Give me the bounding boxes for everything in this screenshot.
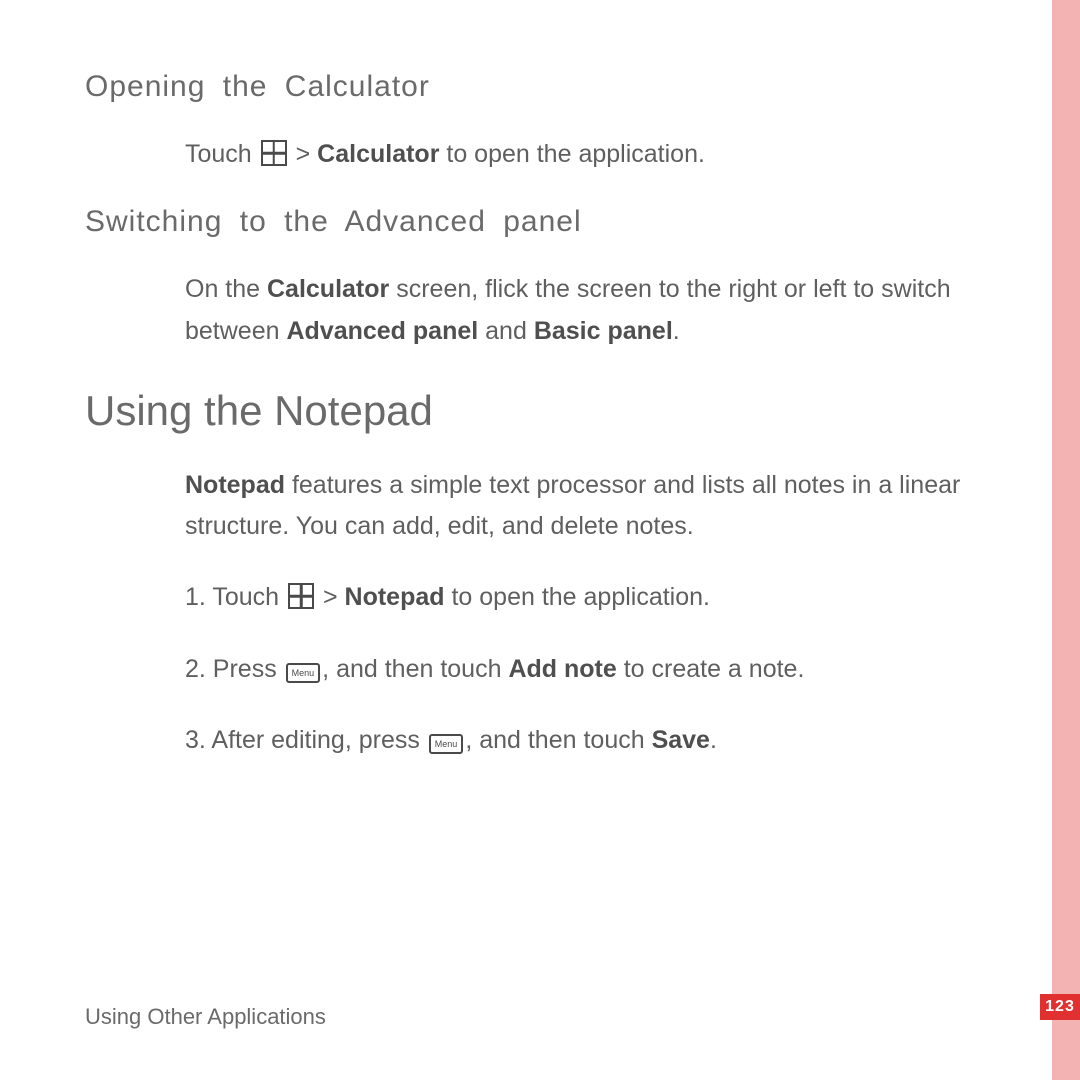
- bold-calculator: Calculator: [267, 275, 389, 303]
- bold-notepad: Notepad: [185, 471, 285, 499]
- notepad-step-3: 3. After editing, press Menu, and then t…: [85, 720, 1005, 761]
- text: >: [316, 583, 345, 611]
- side-strip: [1052, 0, 1080, 1080]
- text: to open the application.: [445, 583, 710, 611]
- bold-basic-panel: Basic panel: [534, 317, 673, 345]
- text: 3. After editing, press: [185, 726, 427, 754]
- advanced-panel-instruction: On the Calculator screen, flick the scre…: [85, 269, 1005, 352]
- footer-section-label: Using Other Applications: [85, 1004, 326, 1030]
- bold-add-note: Add note: [508, 655, 616, 683]
- page-number: 123: [1045, 998, 1075, 1016]
- text: features a simple text processor and lis…: [185, 471, 960, 540]
- text: On the: [185, 275, 267, 303]
- heading-opening-calculator: Opening the Calculator: [85, 70, 1005, 104]
- text: 1. Touch: [185, 583, 286, 611]
- text: , and then touch: [322, 655, 508, 683]
- menu-button-icon: Menu: [286, 663, 321, 683]
- text: and: [478, 317, 534, 345]
- heading-using-notepad: Using the Notepad: [85, 387, 1005, 435]
- apps-grid-icon: [261, 140, 287, 166]
- notepad-step-2: 2. Press Menu, and then touch Add note t…: [85, 649, 1005, 690]
- text: .: [710, 726, 717, 754]
- text: Touch: [185, 140, 259, 168]
- bold-save: Save: [652, 726, 710, 754]
- text: 2. Press: [185, 655, 284, 683]
- text: >: [289, 140, 318, 168]
- page-number-box: 123: [1040, 994, 1080, 1020]
- calculator-open-instruction: Touch > Calculator to open the applicati…: [85, 134, 1005, 175]
- menu-button-icon: Menu: [429, 734, 464, 754]
- apps-grid-icon: [288, 583, 314, 609]
- bold-notepad: Notepad: [345, 583, 445, 611]
- notepad-step-1: 1. Touch > Notepad to open the applicati…: [85, 577, 1005, 618]
- text: , and then touch: [465, 726, 651, 754]
- text: .: [673, 317, 680, 345]
- bold-calculator: Calculator: [317, 140, 439, 168]
- text: to create a note.: [617, 655, 805, 683]
- heading-advanced-panel: Switching to the Advanced panel: [85, 205, 1005, 239]
- bold-advanced-panel: Advanced panel: [286, 317, 478, 345]
- page-content: Opening the Calculator Touch > Calculato…: [85, 70, 1005, 791]
- text: to open the application.: [439, 140, 704, 168]
- notepad-intro: Notepad features a simple text processor…: [85, 465, 1005, 548]
